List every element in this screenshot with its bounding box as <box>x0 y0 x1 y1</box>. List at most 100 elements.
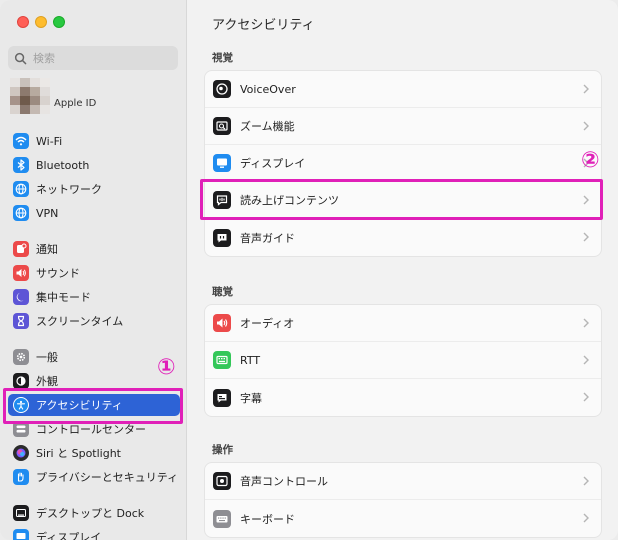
section-title-vision: 視覚 <box>212 52 233 64</box>
accessibility-icon <box>13 397 29 413</box>
row-label: キーボード <box>240 512 295 526</box>
sidebar-item-displays[interactable]: ディスプレイ <box>8 526 180 540</box>
chevron-right-icon <box>583 84 589 94</box>
sidebar-item-appearance[interactable]: 外観 <box>8 370 180 392</box>
row-label: 音声コントロール <box>240 475 328 488</box>
sidebar-item-label: 通知 <box>36 243 58 256</box>
apple-id-account[interactable]: Apple ID <box>10 78 180 116</box>
sidebar-item-label: スクリーンタイム <box>36 315 124 328</box>
sidebar-item-wifi[interactable]: Wi-Fi <box>8 130 180 152</box>
settings-window: 検索 Apple ID Wi-Fi Bluetooth ネットワーク VPN 通… <box>0 0 618 540</box>
row-display[interactable]: ディスプレイ <box>205 145 601 182</box>
row-rtt[interactable]: RTT <box>205 342 601 379</box>
sidebar-item-label: コントロールセンター <box>36 423 146 436</box>
sidebar-item-privacy-security[interactable]: プライバシーとセキュリティ <box>8 466 180 488</box>
minimize-window-button[interactable] <box>35 16 47 28</box>
chevron-right-icon <box>583 476 589 486</box>
chevron-right-icon <box>583 195 589 205</box>
hearing-group: オーディオ RTT 字幕 <box>204 304 602 417</box>
sidebar-item-focus[interactable]: 集中モード <box>8 286 180 308</box>
row-label: オーディオ <box>240 317 295 330</box>
sidebar-item-accessibility[interactable]: アクセシビリティ <box>8 394 180 416</box>
rtt-icon <box>213 351 231 369</box>
row-label: ディスプレイ <box>240 157 306 170</box>
motor-group: 音声コントロール キーボード <box>204 462 602 538</box>
chevron-right-icon <box>583 392 589 402</box>
voice-control-icon <box>213 472 231 490</box>
search-icon <box>14 52 27 64</box>
chevron-right-icon <box>583 513 589 523</box>
search-field[interactable]: 検索 <box>8 46 178 70</box>
row-captions[interactable]: 字幕 <box>205 379 601 416</box>
sidebar-item-label: VPN <box>36 206 59 220</box>
speaker-icon <box>213 314 231 332</box>
section-title-motor: 操作 <box>212 444 233 456</box>
sidebar-item-label: Bluetooth <box>36 158 90 172</box>
chevron-right-icon <box>583 121 589 131</box>
vpn-globe-icon <box>13 205 29 221</box>
sidebar-item-desktop-dock[interactable]: デスクトップと Dock <box>8 502 180 524</box>
spoken-content-icon <box>213 191 231 209</box>
bluetooth-icon <box>13 157 29 173</box>
wifi-icon <box>13 133 29 149</box>
sidebar-item-notifications[interactable]: 通知 <box>8 238 180 260</box>
hourglass-icon <box>13 313 29 329</box>
gear-icon <box>13 349 29 365</box>
appearance-icon <box>13 373 29 389</box>
sidebar-item-label: アクセシビリティ <box>36 399 123 412</box>
zoom-window-button[interactable] <box>53 16 65 28</box>
close-window-button[interactable] <box>17 16 29 28</box>
sidebar-item-sound[interactable]: サウンド <box>8 262 180 284</box>
sidebar-item-vpn[interactable]: VPN <box>8 202 180 224</box>
search-placeholder: 検索 <box>33 52 55 65</box>
row-audio[interactable]: オーディオ <box>205 305 601 342</box>
row-spoken-content[interactable]: 読み上げコンテンツ <box>205 182 601 219</box>
row-label: 音声ガイド <box>240 231 295 245</box>
chevron-right-icon <box>583 355 589 365</box>
sidebar-item-control-center[interactable]: コントロールセンター <box>8 418 180 440</box>
audio-description-icon <box>213 228 231 247</box>
annotation-marker-2: ② <box>581 148 600 173</box>
main-pane: アクセシビリティ 視覚 VoiceOver ズーム機能 ディスプレイ 読み上げコ… <box>188 0 618 540</box>
annotation-marker-1: ① <box>157 355 176 380</box>
row-label: VoiceOver <box>240 82 296 96</box>
dock-icon <box>13 505 29 521</box>
row-zoom[interactable]: ズーム機能 <box>205 108 601 145</box>
sidebar-item-label: Siri と Spotlight <box>36 447 121 460</box>
voiceover-icon <box>213 80 231 98</box>
sidebar-item-label: 集中モード <box>36 291 91 304</box>
sidebar-item-network[interactable]: ネットワーク <box>8 178 180 200</box>
section-title-hearing: 聴覚 <box>212 286 233 298</box>
display-icon <box>13 529 29 540</box>
sidebar-item-label: ネットワーク <box>36 183 102 196</box>
row-label: 字幕 <box>240 391 262 405</box>
display-icon <box>213 154 231 172</box>
sidebar-item-label: 一般 <box>36 351 58 364</box>
row-voice-control[interactable]: 音声コントロール <box>205 463 601 500</box>
sidebar-item-siri-spotlight[interactable]: Siri と Spotlight <box>8 442 180 464</box>
sidebar-item-general[interactable]: 一般 <box>8 346 180 368</box>
moon-icon <box>13 289 29 305</box>
apple-id-label: Apple ID <box>54 98 97 109</box>
globe-icon <box>13 181 29 197</box>
sidebar-item-label: ディスプレイ <box>36 531 102 540</box>
chevron-right-icon <box>583 318 589 328</box>
sidebar-item-label: 外観 <box>36 375 58 388</box>
hand-icon <box>13 469 29 485</box>
sidebar-item-bluetooth[interactable]: Bluetooth <box>8 154 180 176</box>
speaker-icon <box>13 265 29 281</box>
page-title: アクセシビリティ <box>212 18 315 33</box>
sidebar-item-label: Wi-Fi <box>36 134 63 148</box>
bell-icon <box>13 241 29 257</box>
row-label: RTT <box>240 353 261 367</box>
row-keyboard[interactable]: キーボード <box>205 500 601 537</box>
sidebar: 検索 Apple ID Wi-Fi Bluetooth ネットワーク VPN 通… <box>0 0 187 540</box>
zoom-icon <box>213 117 231 135</box>
row-audio-description[interactable]: 音声ガイド <box>205 219 601 256</box>
control-center-icon <box>13 421 29 437</box>
keyboard-icon <box>213 509 231 528</box>
row-voiceover[interactable]: VoiceOver <box>205 71 601 108</box>
sidebar-item-screen-time[interactable]: スクリーンタイム <box>8 310 180 332</box>
chevron-right-icon <box>583 232 589 242</box>
sidebar-item-label: デスクトップと Dock <box>36 507 145 520</box>
